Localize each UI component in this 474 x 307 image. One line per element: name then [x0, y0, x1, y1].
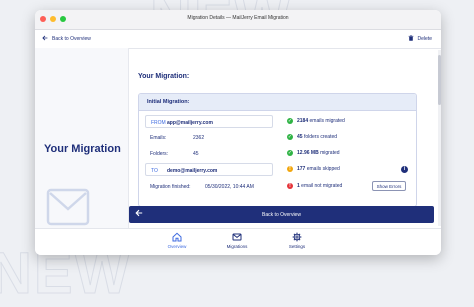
window-title: Migration Details — MailJerry Email Migr…: [187, 15, 289, 21]
main-content: Your Migration: Initial Migration: FROM …: [128, 48, 441, 228]
status-label: folders created: [303, 134, 338, 140]
migration-row-finished: Migration finished: 05/30/2022, 10:44 AM…: [145, 180, 410, 193]
title-bar: Migration Details — MailJerry Email Migr…: [35, 10, 441, 30]
finished-label: Migration finished:: [150, 184, 191, 190]
status-emails-skipped: ! 177 emails skipped: [287, 166, 340, 172]
status-label: emails migrated: [309, 118, 345, 124]
to-value: demo@mailjerry.com: [167, 168, 218, 174]
left-panel: Your Migration: [35, 48, 129, 228]
nav-settings[interactable]: Settings: [277, 232, 317, 249]
status-text: 177 emails skipped: [297, 166, 340, 172]
warning-circle-icon: !: [287, 166, 293, 172]
status-value: 2184: [297, 118, 309, 124]
app-window: Migration Details — MailJerry Email Migr…: [35, 10, 441, 255]
migration-row-to: TO demo@mailjerry.com ! 177 emails skipp…: [145, 163, 410, 176]
back-bar-label: Back to Overview: [262, 212, 301, 218]
from-label: FROM: [151, 120, 166, 126]
migration-row-emails: Emails: 2362 ✓ 45 folders created: [145, 131, 410, 144]
nav-settings-label: Settings: [288, 244, 306, 249]
status-email-not-migrated: ! 1 email not migrated: [287, 183, 342, 189]
check-circle-icon: ✓: [287, 150, 293, 156]
from-field: FROM app@mailjerry.com: [145, 115, 273, 128]
envelope-illustration-icon: [46, 188, 90, 231]
scrollbar-thumb[interactable]: [438, 55, 441, 105]
nav-overview[interactable]: Overview: [157, 232, 197, 249]
status-label: email not migrated: [301, 183, 343, 189]
check-circle-icon: ✓: [287, 134, 293, 140]
home-icon: [157, 232, 197, 242]
emails-field: Emails: 2362: [145, 131, 273, 144]
finished-value: 05/30/2022, 10:44 AM: [205, 184, 254, 190]
back-to-overview-button[interactable]: Back to Overview: [129, 206, 434, 223]
mail-icon: [217, 232, 257, 242]
card-title: Initial Migration:: [139, 94, 416, 111]
to-field: TO demo@mailjerry.com: [145, 163, 273, 176]
status-label: migrated: [320, 150, 340, 156]
status-emails-migrated: ✓ 2184 emails migrated: [287, 118, 345, 124]
left-panel-title: Your Migration: [44, 143, 121, 155]
finished-field: Migration finished: 05/30/2022, 10:44 AM: [145, 180, 273, 193]
status-label: emails skipped: [306, 166, 340, 172]
arrow-left-icon: [42, 35, 48, 43]
bottom-nav: Overview Migrations Settings: [35, 228, 441, 255]
status-text: 45 folders created: [297, 134, 337, 140]
status-size-migrated: ✓ 12.96 MB migrated: [287, 150, 340, 156]
back-to-overview-link[interactable]: Back to Overview: [42, 35, 91, 43]
section-title: Your Migration:: [138, 73, 190, 80]
back-link-label: Back to Overview: [52, 36, 91, 42]
folders-field: Folders: 45: [145, 147, 273, 160]
status-text: 2184 emails migrated: [297, 118, 345, 124]
toolbar: Back to Overview Delete: [35, 30, 441, 49]
status-folders-created: ✓ 45 folders created: [287, 134, 337, 140]
status-value: 45: [297, 134, 303, 140]
delete-button[interactable]: Delete: [408, 35, 432, 43]
status-value: 1: [297, 183, 300, 189]
folders-label: Folders:: [150, 151, 169, 157]
nav-migrations-label: Migrations: [226, 244, 248, 249]
trash-icon: [408, 35, 414, 43]
status-text: 12.96 MB migrated: [297, 150, 340, 156]
nav-overview-label: Overview: [167, 244, 187, 249]
delete-label: Delete: [417, 36, 432, 42]
migration-row-from: FROM app@mailjerry.com ✓ 2184 emails mig…: [145, 115, 410, 128]
from-value: app@mailjerry.com: [167, 120, 213, 126]
to-label: TO: [151, 168, 158, 174]
migration-card: Initial Migration: FROM app@mailjerry.co…: [138, 93, 417, 207]
error-circle-icon: !: [287, 183, 293, 189]
check-circle-icon: ✓: [287, 118, 293, 124]
show-errors-button[interactable]: Show Errors: [372, 181, 406, 191]
info-icon[interactable]: i: [401, 166, 408, 173]
status-value: 12.96 MB: [297, 150, 319, 156]
emails-label: Emails:: [150, 135, 167, 141]
status-text: 1 email not migrated: [297, 183, 342, 189]
status-value: 177: [297, 166, 306, 172]
gear-icon: [277, 232, 317, 242]
folders-value: 45: [193, 151, 199, 157]
emails-value: 2362: [193, 135, 205, 141]
nav-migrations[interactable]: Migrations: [217, 232, 257, 249]
migration-row-folders: Folders: 45 ✓ 12.96 MB migrated: [145, 147, 410, 160]
